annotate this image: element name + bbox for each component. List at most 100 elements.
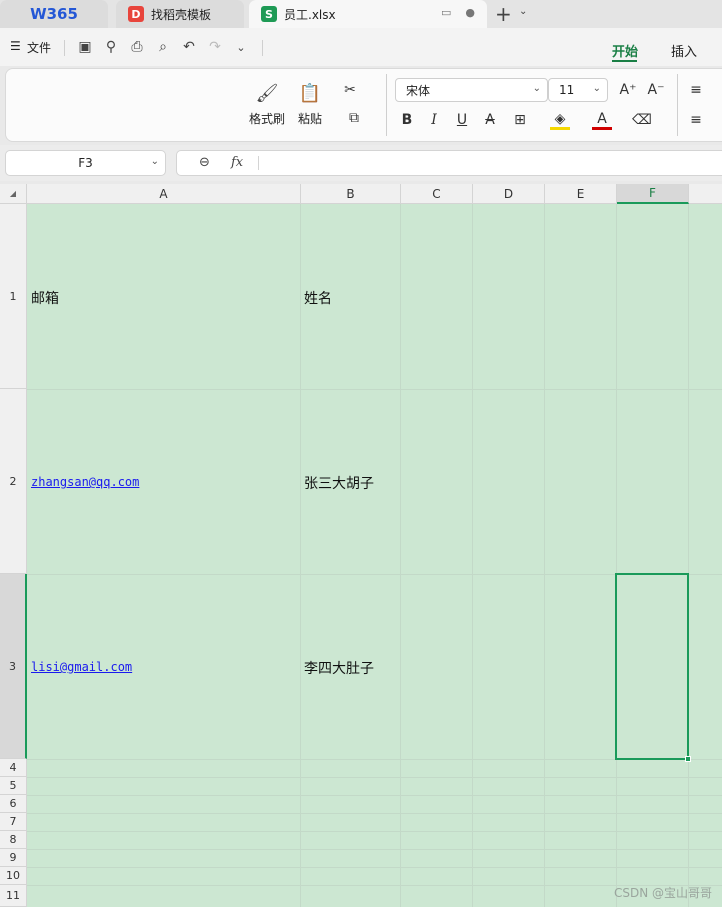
formula-bar: F3 ⌄ ⊖ fx [0,145,722,181]
fill-color-icon[interactable]: ◈ [550,110,570,130]
ribbon-tab-home[interactable]: 开始 [612,41,638,60]
gridline [27,831,722,832]
clear-format-icon[interactable]: ⌫ [632,110,652,130]
cell-a2-email-link[interactable]: zhangsan@qq.com [31,475,139,489]
chevron-down-icon[interactable]: ⌄ [232,38,250,56]
gridline [27,867,722,868]
column-header-d[interactable]: D [473,184,545,204]
gridline [688,204,689,907]
align-left-icon[interactable]: ≡ [686,110,706,130]
row-header-7[interactable]: 7 [0,813,27,831]
chevron-down-icon: ⌄ [592,83,601,94]
tab-w365[interactable]: W365 [0,0,108,28]
chevron-down-icon: ⌄ [150,156,159,167]
gridline [400,204,401,907]
tab-employee-xlsx[interactable]: S 员工.xlsx ▭ ● [249,0,487,28]
w365-logo: W365 [30,5,78,23]
gridline [616,204,617,907]
monitor-icon[interactable]: ▭ [441,6,451,19]
cell-b3[interactable]: 李四大肚子 [304,658,374,678]
increase-font-icon[interactable]: A⁺ [618,80,638,100]
cut-icon[interactable]: ✂ [340,80,360,100]
file-menu[interactable]: 文件 [27,39,51,56]
tab-bar: W365 D 找稻壳模板 S 员工.xlsx ▭ ● + ⌄ [0,0,722,28]
column-header-e[interactable]: E [545,184,617,204]
column-header-b[interactable]: B [301,184,401,204]
row-header-8[interactable]: 8 [0,831,27,849]
sheet-icon: S [261,6,277,22]
font-name-select[interactable]: 宋体 ⌄ [395,78,548,102]
fx-icon[interactable]: fx [231,155,243,170]
watermark: CSDN @宝山哥哥 [613,886,712,900]
select-all-corner[interactable]: ◢ [0,184,27,204]
tab-daoke-templates[interactable]: D 找稻壳模板 [116,0,244,28]
column-header-c[interactable]: C [401,184,473,204]
spreadsheet-window: W365 D 找稻壳模板 S 员工.xlsx ▭ ● + ⌄ ☰ 文件 ▣ ⚲ … [0,0,722,907]
save-icon[interactable]: ▣ [76,38,94,56]
redo-icon[interactable]: ↷ [206,38,224,56]
divider [262,40,263,56]
row-header-5[interactable]: 5 [0,777,27,795]
italic-icon[interactable]: I [424,110,444,130]
active-tab-indicator [612,60,637,62]
format-icon[interactable]: ⚲ [102,38,120,56]
strikethrough-icon[interactable]: A [480,110,500,130]
cell-a3-email-link[interactable]: lisi@gmail.com [31,660,132,674]
font-size-value: 11 [559,83,575,97]
tab-label: 找稻壳模板 [151,7,212,22]
underline-icon[interactable]: U [452,110,472,130]
row-header-2[interactable]: 2 [0,389,27,574]
dot-icon[interactable]: ● [465,6,475,19]
divider [258,156,259,170]
column-header-f[interactable]: F [617,184,689,204]
row-header-6[interactable]: 6 [0,795,27,813]
format-painter-label: 格式刷 [249,112,286,126]
print-preview-icon[interactable]: ⌕ [154,38,172,56]
format-painter-icon: 🖌 [255,82,279,104]
row-header-3[interactable]: 3 [0,574,27,759]
font-color-icon[interactable]: A [592,110,612,130]
daoke-icon: D [128,6,144,22]
cell-b2[interactable]: 张三大胡子 [304,473,374,493]
undo-icon[interactable]: ↶ [180,38,198,56]
ribbon-tab-insert[interactable]: 插入 [671,41,697,60]
paste-button[interactable]: 📋 粘贴 [297,80,323,127]
chevron-down-icon[interactable]: ⌄ [519,6,527,17]
selected-cell-f3[interactable] [615,573,689,760]
gridline [472,204,473,907]
row-header-11[interactable]: 11 [0,885,27,907]
font-size-select[interactable]: 11 ⌄ [548,78,608,102]
paste-label: 粘贴 [297,112,322,126]
row-header-4[interactable]: 4 [0,759,27,777]
align-top-icon[interactable]: ≡ [686,80,706,100]
cell-a1[interactable]: 邮箱 [31,288,59,308]
column-header-a[interactable]: A [27,184,301,204]
formula-input[interactable]: ⊖ fx [176,150,722,176]
new-tab-plus-icon[interactable]: + [495,2,512,26]
bold-icon[interactable]: B [397,110,417,130]
gridline [300,204,301,907]
name-box[interactable]: F3 ⌄ [5,150,166,176]
row-header-10[interactable]: 10 [0,867,27,885]
gridline [27,777,722,778]
hamburger-icon[interactable]: ☰ [10,39,21,53]
gridline [27,849,722,850]
zoom-search-icon[interactable]: ⊖ [199,155,210,170]
copy-icon[interactable]: ⧉ [344,108,364,128]
cell-b1[interactable]: 姓名 [304,288,332,308]
row-header-1[interactable]: 1 [0,204,27,389]
tab-label: 员工.xlsx [284,7,336,22]
gridline [27,389,722,390]
column-header-g[interactable] [689,184,722,204]
paste-icon: 📋 [298,82,322,104]
border-icon[interactable]: ⊞ [510,110,530,130]
spreadsheet-grid[interactable]: ◢ A B C D E F 1 2 3 4 5 6 7 8 9 10 11 邮箱… [0,184,722,907]
cell-reference: F3 [78,156,93,170]
divider [386,74,387,136]
format-painter-button[interactable]: 🖌 格式刷 [249,80,285,127]
gridline [27,813,722,814]
decrease-font-icon[interactable]: A⁻ [646,80,666,100]
fill-handle[interactable] [685,756,691,762]
row-header-9[interactable]: 9 [0,849,27,867]
print-icon[interactable]: ⎙ [128,38,146,56]
